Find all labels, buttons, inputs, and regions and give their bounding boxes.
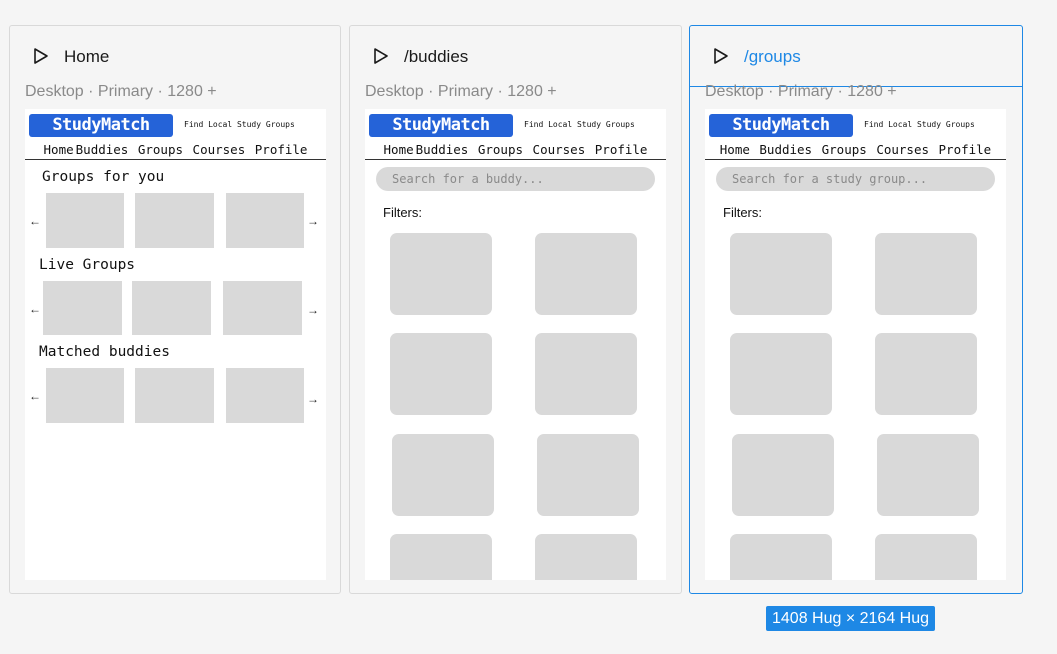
group-card[interactable] [730,233,832,315]
buddy-card[interactable] [390,233,492,315]
tagline: Find Local Study Groups [524,120,635,129]
nav-home[interactable]: Home [384,142,414,157]
frame-buddies[interactable]: /buddies Desktop · Primary · 1280 + Stud… [349,25,682,594]
nav-buddies[interactable]: Buddies [759,142,812,157]
buddy-card[interactable] [535,333,637,415]
filters-label: Filters: [723,205,762,220]
group-card[interactable] [875,333,977,415]
section-title-matched-buddies: Matched buddies [39,344,170,360]
group-card[interactable] [46,193,124,248]
nav-profile[interactable]: Profile [939,142,992,157]
device-label: Desktop · Primary · 1280 + [25,83,217,100]
nav-courses[interactable]: Courses [533,142,586,157]
frame-title[interactable]: Home [64,47,109,67]
screen-home: StudyMatch Find Local Study Groups Home B… [25,109,326,580]
play-icon[interactable] [372,47,390,65]
live-group-card[interactable] [132,281,211,335]
nav-groups[interactable]: Groups [478,142,523,157]
play-icon[interactable] [712,47,730,65]
nav-courses[interactable]: Courses [193,142,246,157]
nav-home[interactable]: Home [720,142,750,157]
logo[interactable]: StudyMatch [29,114,173,137]
group-card[interactable] [730,333,832,415]
nav-groups[interactable]: Groups [138,142,183,157]
device-label: Desktop · Primary · 1280 + [705,83,897,100]
arrow-right-icon[interactable]: → [307,215,319,227]
group-card[interactable] [875,233,977,315]
arrow-right-icon[interactable]: → [307,304,319,316]
buddy-card[interactable] [537,434,639,516]
buddy-card[interactable] [390,534,492,580]
group-card[interactable] [730,534,832,580]
nav-bar: Home Buddies Groups Courses Profile [365,141,666,160]
nav-profile[interactable]: Profile [595,142,648,157]
live-group-card[interactable] [223,281,302,335]
section-title-live-groups: Live Groups [39,257,136,273]
group-card[interactable] [135,193,214,248]
nav-courses[interactable]: Courses [876,142,929,157]
nav-buddies[interactable]: Buddies [76,142,129,157]
tagline: Find Local Study Groups [184,120,295,129]
arrow-left-icon[interactable]: ← [29,215,41,227]
nav-bar: Home Buddies Groups Courses Profile [705,141,1006,160]
live-group-card[interactable] [43,281,122,335]
buddy-card[interactable] [226,368,304,423]
logo[interactable]: StudyMatch [369,114,513,137]
frame-title[interactable]: /buddies [404,47,468,67]
frame-header[interactable]: /groups [690,26,1022,87]
nav-buddies[interactable]: Buddies [416,142,469,157]
arrow-right-icon[interactable]: → [307,393,319,405]
arrow-left-icon[interactable]: ← [29,390,41,402]
logo[interactable]: StudyMatch [709,114,853,137]
screen-groups: StudyMatch Find Local Study Groups Home … [705,109,1006,580]
nav-profile[interactable]: Profile [255,142,308,157]
group-card[interactable] [877,434,979,516]
tagline: Find Local Study Groups [864,120,975,129]
arrow-left-icon[interactable]: ← [29,303,41,315]
frame-title[interactable]: /groups [744,47,801,67]
frame-header[interactable]: Home [10,26,340,86]
search-input[interactable]: Search for a buddy... [376,167,655,191]
nav-groups[interactable]: Groups [822,142,867,157]
group-card[interactable] [875,534,977,580]
section-title-groups-for-you: Groups for you [42,169,165,185]
nav-bar: Home Buddies Groups Courses Profile [25,141,326,160]
device-label: Desktop · Primary · 1280 + [365,83,557,100]
buddy-card[interactable] [392,434,494,516]
selection-size-badge: 1408 Hug × 2164 Hug [766,606,936,631]
group-card[interactable] [226,193,304,248]
frame-home[interactable]: Home Desktop · Primary · 1280 + StudyMat… [9,25,341,594]
group-card[interactable] [732,434,834,516]
nav-home[interactable]: Home [44,142,74,157]
buddy-card[interactable] [535,534,637,580]
frame-header[interactable]: /buddies [350,26,681,86]
screen-buddies: StudyMatch Find Local Study Groups Home B… [365,109,666,580]
search-input[interactable]: Search for a study group... [716,167,995,191]
buddy-card[interactable] [390,333,492,415]
play-icon[interactable] [32,47,50,65]
buddy-card[interactable] [535,233,637,315]
filters-label: Filters: [383,205,422,220]
buddy-card[interactable] [135,368,214,423]
buddy-card[interactable] [46,368,124,423]
frame-groups[interactable]: /groups Desktop · Primary · 1280 + Study… [689,25,1023,594]
